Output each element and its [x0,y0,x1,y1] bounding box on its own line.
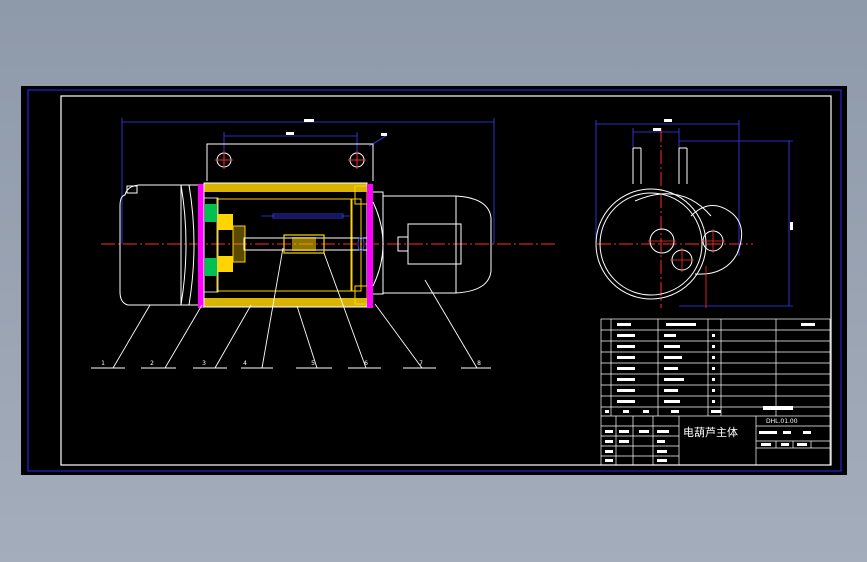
left-flange [198,184,204,308]
leader-6: 6 [364,360,368,367]
drawing-number: DHL.01.00 [766,418,798,425]
dimension-values [286,119,387,136]
parts-list-grid [600,318,831,466]
gear-stack [203,197,246,293]
leader-lines [91,247,491,369]
front-view [101,118,556,308]
leader-4: 4 [243,360,247,367]
front-dimensions [121,118,495,244]
right-flange [357,184,384,308]
side-body [595,147,743,300]
drawing-title: 电葫芦主体 [683,425,738,439]
inner-frame [60,95,832,466]
hanger-bracket [206,143,374,181]
leader-labels: 1 2 3 4 5 6 7 8 [101,360,481,367]
drawing-sheet: 1 2 3 4 5 6 7 8 电葫芦主体 DHL.01.00 [27,89,842,472]
right-motor [373,191,492,295]
leader-8: 8 [477,360,481,367]
drum-housing [203,182,368,308]
side-dimension-values [653,119,793,230]
left-motor-housing [119,184,201,306]
leader-5: 5 [311,360,315,367]
leader-1: 1 [101,360,105,367]
drive-shaft [243,213,370,254]
leader-3: 3 [202,360,206,367]
side-view [595,119,793,308]
cad-viewport[interactable]: 1 2 3 4 5 6 7 8 电葫芦主体 DHL.01.00 [21,86,847,475]
outer-border [27,89,842,472]
leader-7: 7 [419,360,423,367]
leader-2: 2 [150,360,154,367]
title-block: 电葫芦主体 DHL.01.00 [600,318,831,466]
